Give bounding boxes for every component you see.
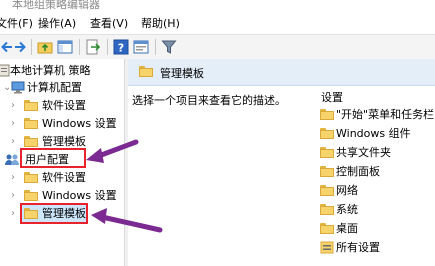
arrow-to-user-config — [86, 139, 139, 163]
arrow-to-admin-templates — [91, 208, 163, 233]
annotation-arrows — [86, 139, 163, 233]
